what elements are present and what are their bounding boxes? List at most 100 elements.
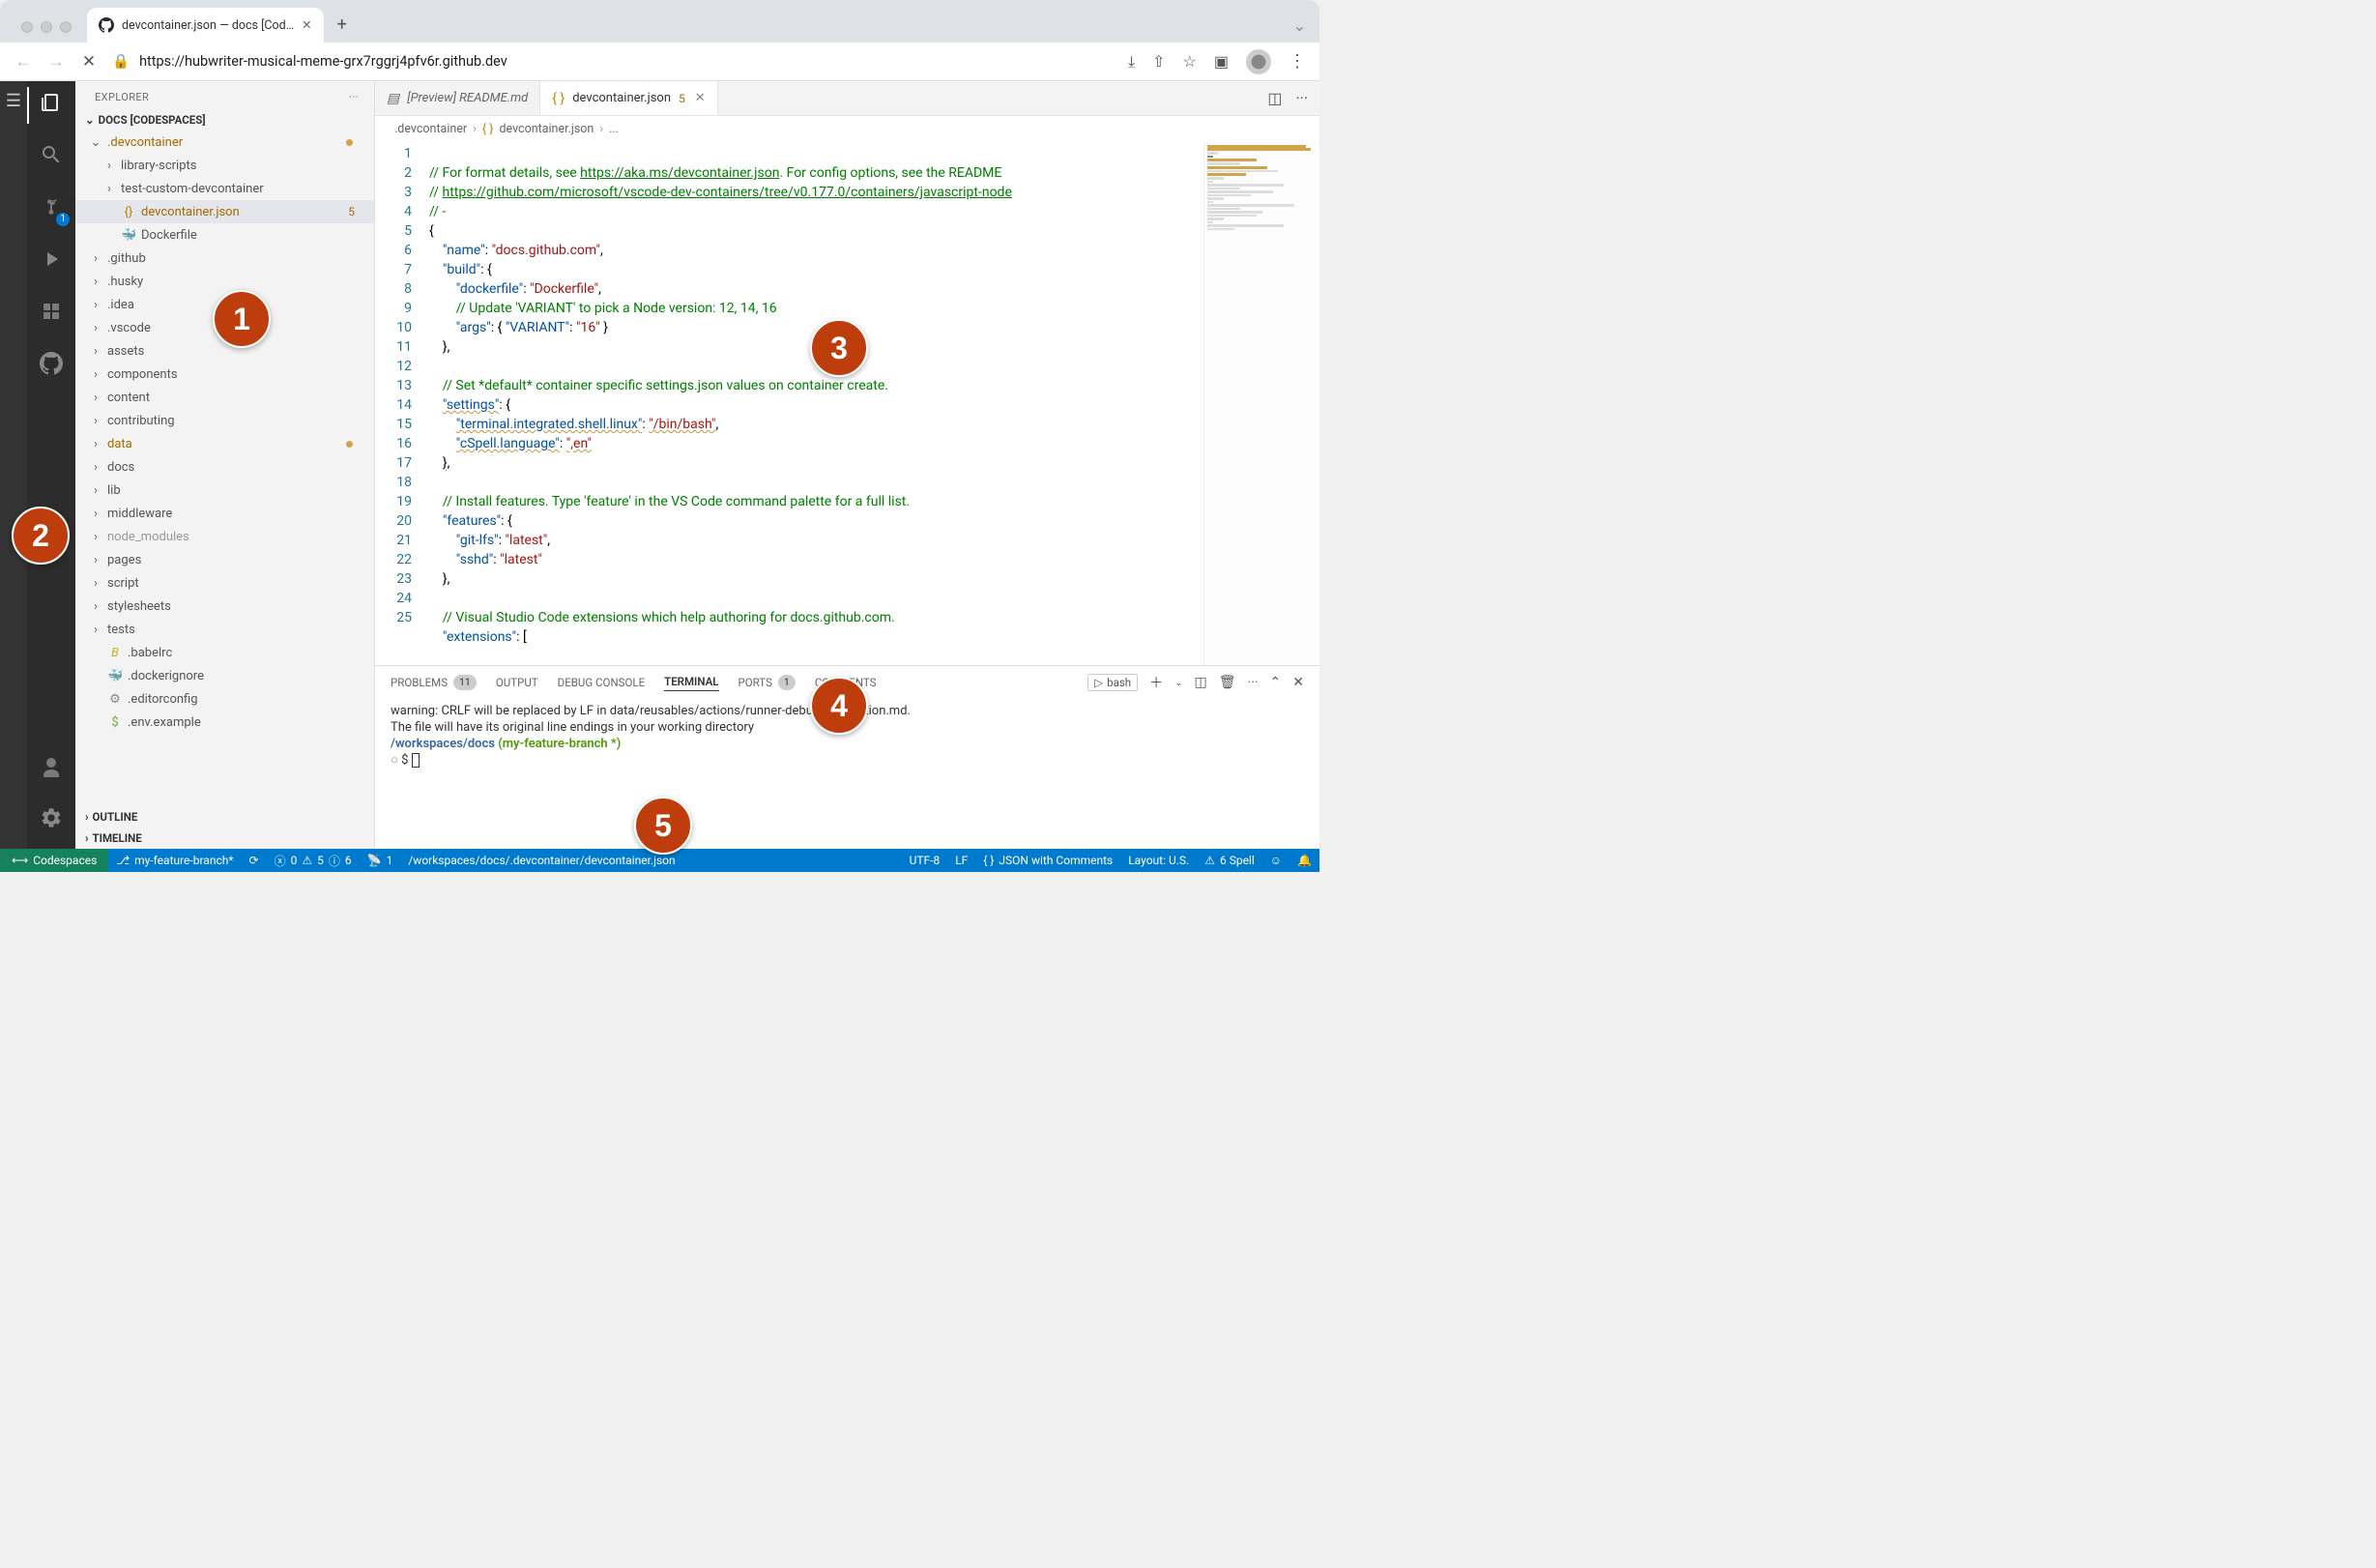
tree-item-tests[interactable]: ›tests	[75, 618, 374, 641]
tree-item-data[interactable]: ›data	[75, 432, 374, 455]
hamburger-icon[interactable]: ☰	[6, 91, 21, 111]
language-indicator[interactable]: { } JSON with Comments	[975, 854, 1120, 867]
tab-modified-badge: 5	[679, 92, 685, 105]
notifications-icon[interactable]: 🔔	[1289, 854, 1319, 867]
editor-more-icon[interactable]: ···	[1295, 89, 1308, 107]
panel-tab-ports[interactable]: PORTS 1	[739, 675, 796, 690]
tree-item-contributing[interactable]: ›contributing	[75, 409, 374, 432]
code-editor[interactable]: 1234567891011121314151617181920212223242…	[375, 142, 1319, 665]
account-icon[interactable]	[40, 756, 63, 785]
tree-item-content[interactable]: ›content	[75, 386, 374, 409]
problems-indicator[interactable]: ⓧ0 ⚠5 ⓘ6	[267, 849, 360, 872]
bookmark-icon[interactable]: ☆	[1183, 52, 1197, 71]
reload-button[interactable]: ✕	[79, 52, 99, 72]
remote-indicator[interactable]: ⟷ Codespaces	[0, 849, 108, 872]
back-button[interactable]: ←	[14, 52, 33, 72]
traffic-min[interactable]	[41, 21, 52, 33]
tree-item-node-modules[interactable]: ›node_modules	[75, 525, 374, 548]
panel-tab-output[interactable]: OUTPUT	[496, 676, 538, 689]
tree-item-label: stylesheets	[107, 599, 361, 614]
tree-item-label: .env.example	[128, 715, 361, 730]
tree-item-components[interactable]: ›components	[75, 363, 374, 386]
traffic-max[interactable]	[60, 21, 72, 33]
tree-item-label: script	[107, 576, 361, 591]
extensions-icon[interactable]	[27, 300, 75, 329]
code-content[interactable]: // For format details, see https://aka.m…	[429, 142, 1203, 665]
install-icon[interactable]: ⤓	[1128, 52, 1135, 72]
annotation-1: 1	[213, 290, 271, 348]
profile-avatar[interactable]	[1246, 49, 1271, 74]
sidebar-section-outline[interactable]: › OUTLINE	[75, 806, 374, 828]
chevron-right-icon: ›	[89, 251, 102, 266]
maximize-panel-icon[interactable]: ⌃	[1270, 675, 1282, 690]
share-icon[interactable]: ⇧	[1152, 52, 1165, 71]
editor-tab-readme[interactable]: ▤ [Preview] README.md	[375, 81, 540, 115]
vscode-root: ☰ 1 EXPL	[0, 81, 1319, 849]
tree-item-pages[interactable]: ›pages	[75, 548, 374, 571]
sidepanel-icon[interactable]: ▣	[1214, 52, 1229, 71]
tree-item-dockerfile[interactable]: 🐳Dockerfile	[75, 223, 374, 247]
panel-tab-problems[interactable]: PROBLEMS 11	[391, 675, 477, 690]
tree-item--editorconfig[interactable]: ⚙.editorconfig	[75, 687, 374, 711]
terminal-dropdown-icon[interactable]: ⌄	[1174, 678, 1182, 688]
sidebar-section-timeline[interactable]: › TIMELINE	[75, 828, 374, 849]
panel-tab-terminal[interactable]: TERMINAL	[664, 675, 718, 691]
panel-more-icon[interactable]: ···	[1248, 675, 1259, 690]
tree-item--env-example[interactable]: $.env.example	[75, 711, 374, 734]
tree-item-library-scripts[interactable]: ›library-scripts	[75, 154, 374, 177]
sidebar-more-icon[interactable]: ···	[349, 91, 359, 103]
tree-item--babelrc[interactable]: B.babelrc	[75, 641, 374, 664]
chrome-menu-icon[interactable]: ⋮	[1289, 51, 1306, 72]
chevron-right-icon: ›	[89, 298, 102, 312]
tab-close-icon[interactable]: ✕	[302, 17, 311, 33]
explorer-icon[interactable]	[27, 91, 75, 120]
tree-item--dockerignore[interactable]: 🐳.dockerignore	[75, 664, 374, 687]
tree-item-devcontainer-json[interactable]: {}devcontainer.json5	[75, 200, 374, 223]
search-icon[interactable]	[27, 143, 75, 172]
source-control-icon[interactable]: 1	[27, 195, 75, 224]
tree-item-lib[interactable]: ›lib	[75, 479, 374, 502]
kill-terminal-icon[interactable]: 🗑	[1219, 675, 1236, 690]
spell-indicator[interactable]: ⚠ 6 Spell	[1197, 854, 1262, 867]
tab-strip: devcontainer.json — docs [Cod… ✕ + ⌄	[0, 0, 1319, 43]
split-editor-icon[interactable]: ◫	[1267, 89, 1282, 107]
github-activity-icon[interactable]	[27, 352, 75, 381]
split-terminal-icon[interactable]: ◫	[1195, 675, 1207, 690]
new-terminal-icon[interactable]: ＋	[1149, 673, 1163, 692]
address-bar: ← → ✕ 🔒 https://hubwriter-musical-meme-g…	[0, 43, 1319, 81]
tree-item-label: test-custom-devcontainer	[121, 182, 361, 196]
tree-item-test-custom-devcontainer[interactable]: ›test-custom-devcontainer	[75, 177, 374, 200]
minimap[interactable]	[1203, 142, 1319, 665]
tab-close-icon[interactable]: ✕	[695, 91, 706, 105]
tree-item--devcontainer[interactable]: ⌄.devcontainer	[75, 131, 374, 154]
tab-overflow-icon[interactable]: ⌄	[1280, 16, 1319, 43]
breadcrumb[interactable]: .devcontainer › { } devcontainer.json › …	[375, 116, 1319, 142]
url-input[interactable]: 🔒 https://hubwriter-musical-meme-grx7rgg…	[112, 53, 1115, 70]
encoding-indicator[interactable]: UTF-8	[902, 854, 948, 867]
run-debug-icon[interactable]	[27, 247, 75, 276]
branch-indicator[interactable]: ⎇ my-feature-branch*	[108, 849, 241, 872]
eol-indicator[interactable]: LF	[947, 854, 975, 867]
panel-tab-debug[interactable]: DEBUG CONSOLE	[558, 676, 645, 689]
feedback-icon[interactable]: ☺	[1262, 854, 1289, 867]
sidebar-section-workspace[interactable]: ⌄ DOCS [CODESPACES]	[75, 109, 374, 131]
settings-gear-icon[interactable]	[40, 806, 63, 835]
file-icon: {}	[121, 205, 136, 219]
tree-item-docs[interactable]: ›docs	[75, 455, 374, 479]
editor-tab-devcontainer[interactable]: { } devcontainer.json 5 ✕	[540, 81, 717, 115]
tree-item--github[interactable]: ›.github	[75, 247, 374, 270]
tree-item--husky[interactable]: ›.husky	[75, 270, 374, 293]
tree-item-script[interactable]: ›script	[75, 571, 374, 595]
terminal-selector[interactable]: ▷ bash	[1087, 674, 1138, 691]
new-tab-button[interactable]: +	[324, 15, 361, 43]
traffic-close[interactable]	[21, 21, 33, 33]
tree-item-stylesheets[interactable]: ›stylesheets	[75, 595, 374, 618]
browser-tab-active[interactable]: devcontainer.json — docs [Cod… ✕	[87, 8, 324, 43]
ports-indicator[interactable]: 📡1	[360, 849, 401, 872]
forward-button[interactable]: →	[46, 52, 66, 72]
close-panel-icon[interactable]: ✕	[1292, 675, 1304, 690]
layout-indicator[interactable]: Layout: U.S.	[1120, 854, 1197, 867]
tree-item-middleware[interactable]: ›middleware	[75, 502, 374, 525]
file-path-indicator[interactable]: /workspaces/docs/.devcontainer/devcontai…	[400, 849, 682, 872]
sync-indicator[interactable]: ⟳	[242, 849, 267, 872]
